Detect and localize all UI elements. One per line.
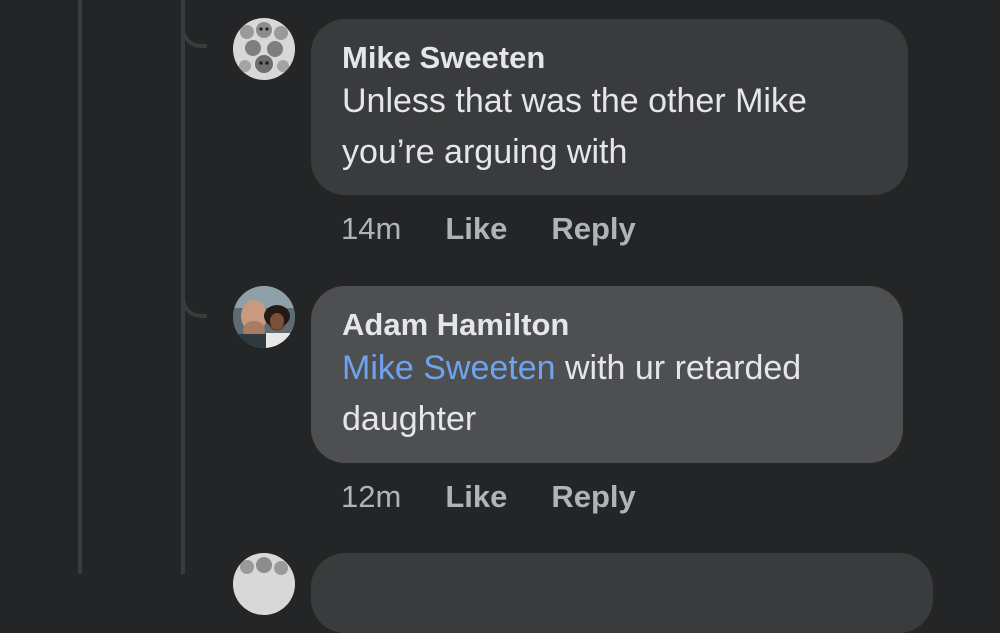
mention-link[interactable]: Mike Sweeten xyxy=(342,349,556,387)
avatar-image-icon xyxy=(233,553,295,615)
reply-button[interactable]: Reply xyxy=(551,479,635,515)
avatar-image-icon xyxy=(233,18,295,80)
comment-author[interactable]: Mike Sweeten xyxy=(342,40,878,76)
avatar-image-icon xyxy=(233,286,295,348)
comment-timestamp[interactable]: 12m xyxy=(341,479,401,515)
like-button[interactable]: Like xyxy=(445,211,507,247)
comment-bubble xyxy=(311,553,933,633)
like-button[interactable]: Like xyxy=(445,479,507,515)
comment-actions: 14m Like Reply xyxy=(341,211,636,247)
comment-timestamp[interactable]: 14m xyxy=(341,211,401,247)
comment-bubble: Mike Sweeten Unless that was the other M… xyxy=(311,19,908,195)
comment-text-line: daughter xyxy=(342,400,477,438)
comment-text-line: you’re arguing with xyxy=(342,133,628,171)
outer-thread-line xyxy=(78,0,82,574)
comment-text-line: Unless that was the other Mike xyxy=(342,82,807,120)
avatar[interactable] xyxy=(233,553,295,615)
comment-author[interactable]: Adam Hamilton xyxy=(342,307,873,343)
avatar[interactable] xyxy=(233,18,295,80)
comment-bubble: Adam Hamilton Mike Sweeten with ur retar… xyxy=(311,286,903,463)
reply-button[interactable]: Reply xyxy=(551,211,635,247)
comment-text: with ur retarded xyxy=(555,349,802,387)
inner-thread-line xyxy=(181,0,185,574)
comment-actions: 12m Like Reply xyxy=(341,479,636,515)
avatar[interactable] xyxy=(233,286,295,348)
comment-text-line: Mike Sweeten with ur retarded xyxy=(342,343,873,394)
